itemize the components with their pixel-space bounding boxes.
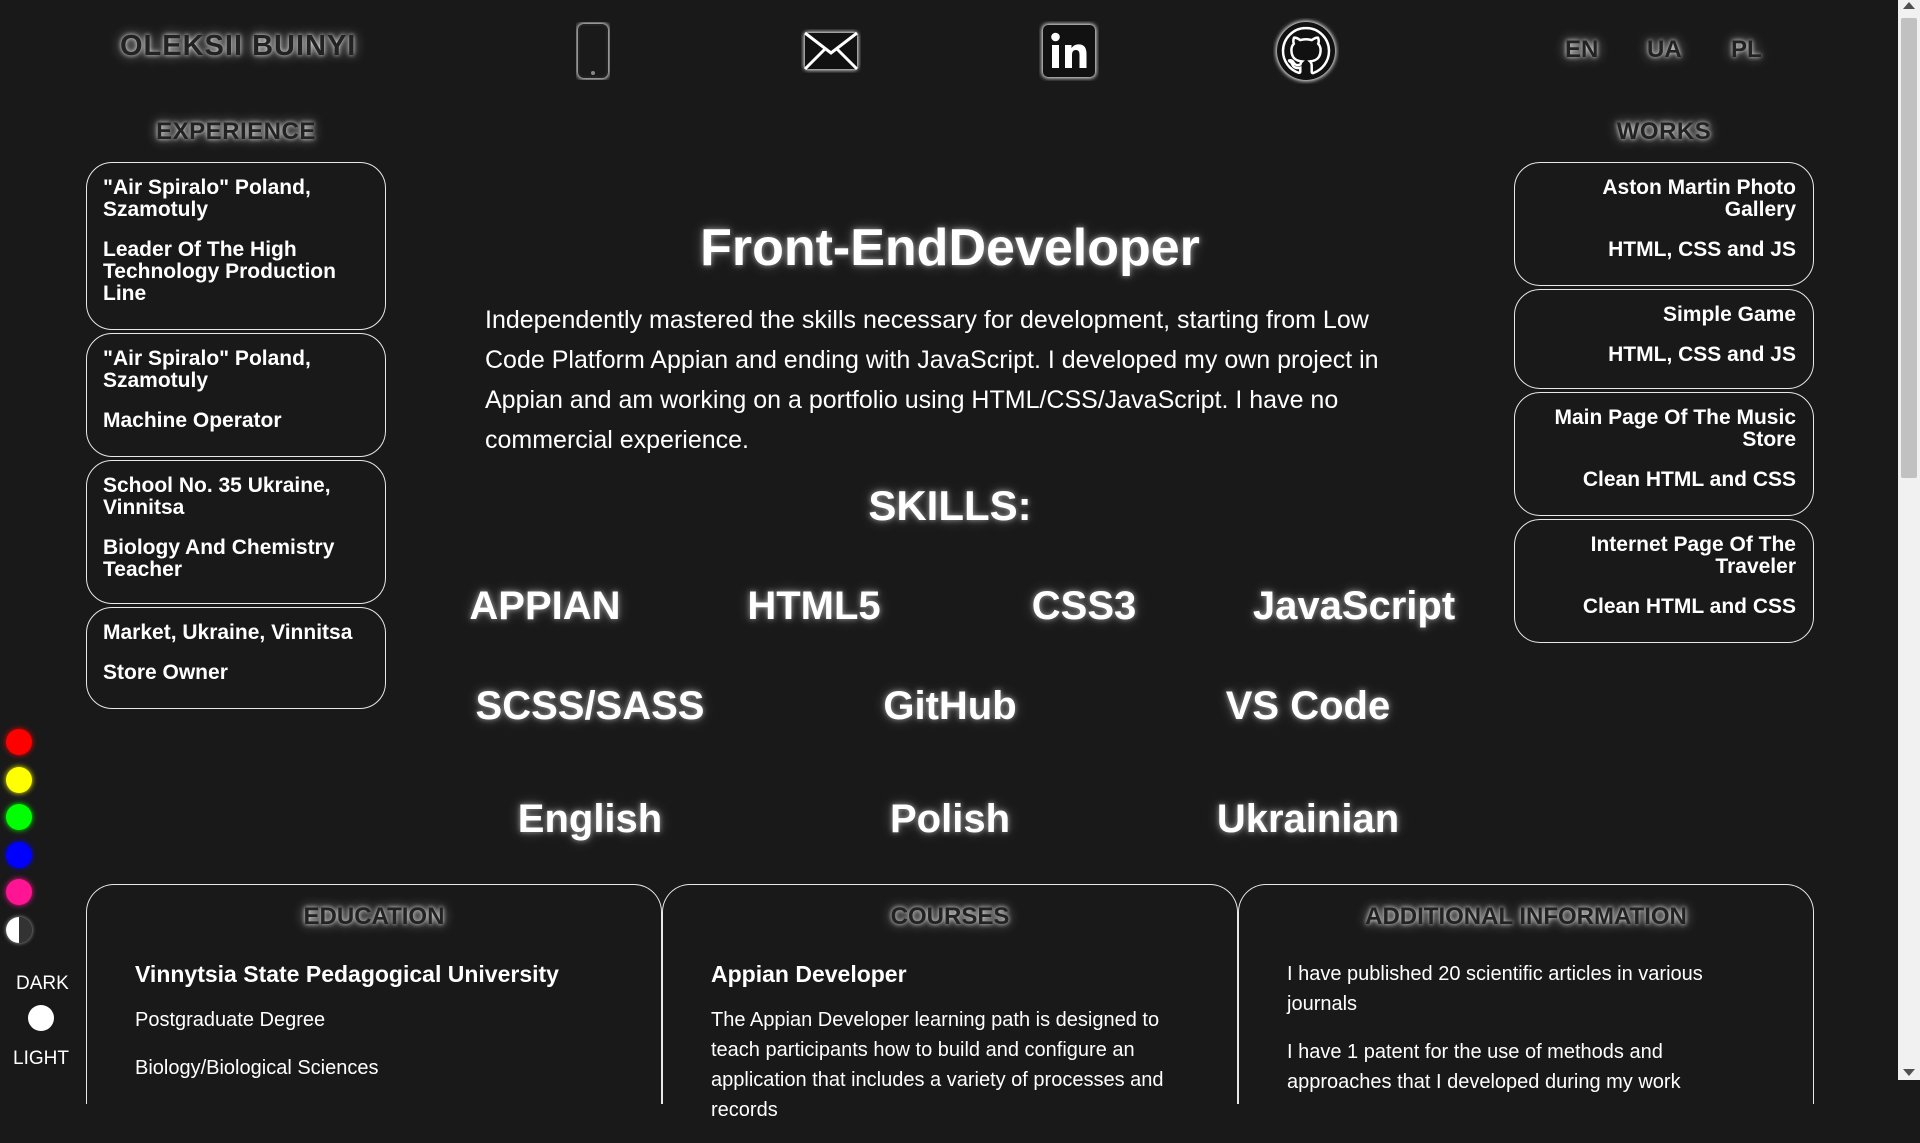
work-item-link[interactable]: Aston Martin Photo Gallery HTML, CSS and…	[1514, 162, 1814, 286]
experience-role: Store Owner	[103, 661, 228, 684]
additional-line-1: I have published 20 scientific articles …	[1287, 963, 1703, 1015]
work-tech: Clean HTML and CSS	[1582, 468, 1796, 491]
about-text: Independently mastered the skills necess…	[485, 306, 1379, 454]
github-icon	[1276, 21, 1336, 81]
work-item-link[interactable]: Main Page Of The Music Store Clean HTML …	[1514, 392, 1814, 516]
theme-green-swatch[interactable]	[6, 804, 32, 830]
dark-label: DARK	[16, 973, 69, 994]
work-tech: HTML, CSS and JS	[1608, 343, 1796, 366]
theme-toggle[interactable]	[28, 1005, 54, 1031]
work-title: Simple Game	[1662, 303, 1796, 326]
mail-icon	[803, 31, 859, 71]
phone-link[interactable]	[558, 16, 628, 86]
scroll-up-icon[interactable]	[1903, 2, 1915, 9]
theme-contrast-icon[interactable]	[6, 917, 32, 943]
work-item-link[interactable]: Internet Page Of The Traveler Clean HTML…	[1514, 519, 1814, 643]
work-title: Aston Martin Photo Gallery	[1602, 176, 1796, 221]
experience-item: "Air Spiralo" Poland, Szamotuly Leader O…	[86, 162, 386, 330]
additional-section: ADDITIONAL INFORMATION I have published …	[1238, 884, 1814, 1104]
experience-item: Market, Ukraine, Vinnitsa Store Owner	[86, 607, 386, 709]
lang-pl[interactable]: PL	[1731, 36, 1762, 64]
experience-place: School No. 35 Ukraine, Vinnitsa	[103, 474, 331, 519]
work-tech: HTML, CSS and JS	[1608, 238, 1796, 261]
additional-content: I have published 20 scientific articles …	[1287, 959, 1765, 1115]
works-heading: WORKS	[1616, 118, 1712, 145]
theme-red-swatch[interactable]	[6, 729, 32, 755]
email-link[interactable]	[796, 16, 866, 86]
education-heading: EDUCATION	[303, 903, 445, 930]
skill-scss: SCSS/SASS	[475, 684, 705, 728]
courses-content: Appian Developer The Appian Developer le…	[711, 959, 1189, 1143]
lang-en[interactable]: EN	[1565, 36, 1598, 64]
courses-section: COURSES Appian Developer The Appian Deve…	[662, 884, 1238, 1121]
experience-place: Market, Ukraine, Vinnitsa	[103, 621, 353, 644]
phone-icon	[577, 23, 609, 79]
courses-heading: COURSES	[890, 903, 1010, 930]
additional-heading: ADDITIONAL INFORMATION	[1365, 903, 1687, 930]
page-title: Front-EndDeveloper	[700, 219, 1200, 277]
github-link[interactable]	[1271, 16, 1341, 86]
theme-pink-swatch[interactable]	[6, 879, 32, 905]
lang-ua[interactable]: UA	[1647, 36, 1682, 64]
experience-place: "Air Spiralo" Poland, Szamotuly	[103, 347, 311, 392]
skill-javascript: JavaScript	[1252, 584, 1456, 628]
header: OLEKSII BUINYI EN UA PL	[0, 0, 1898, 100]
skill-github: GitHub	[883, 684, 1017, 728]
experience-role: Biology And Chemistry Teacher	[103, 536, 335, 581]
skills-heading: SKILLS:	[868, 482, 1032, 529]
language-english: English	[517, 797, 663, 841]
skill-css3: CSS3	[1031, 584, 1137, 628]
experience-item: School No. 35 Ukraine, Vinnitsa Biology …	[86, 460, 386, 604]
education-field: Biology/Biological Sciences	[135, 1057, 379, 1079]
education-school: Vinnytsia State Pedagogical University	[135, 961, 559, 987]
work-title: Internet Page Of The Traveler	[1590, 533, 1796, 578]
skill-html5: HTML5	[747, 584, 881, 628]
experience-role: Leader Of The High Technology Production…	[103, 238, 336, 305]
work-tech: Clean HTML and CSS	[1582, 595, 1796, 618]
language-polish: Polish	[889, 797, 1011, 841]
scrollbar[interactable]	[1898, 0, 1920, 1080]
scroll-down-icon[interactable]	[1903, 1069, 1915, 1076]
skill-vscode: VS Code	[1225, 684, 1391, 728]
linkedin-link[interactable]	[1034, 16, 1104, 86]
work-item-link[interactable]: Simple Game HTML, CSS and JS	[1514, 289, 1814, 389]
light-label: LIGHT	[13, 1048, 69, 1069]
skill-appian: APPIAN	[469, 584, 621, 628]
language-ukrainian: Ukrainian	[1216, 797, 1400, 841]
linkedin-icon	[1042, 24, 1096, 78]
scroll-thumb[interactable]	[1901, 18, 1917, 478]
theme-blue-swatch[interactable]	[6, 842, 32, 868]
experience-list: "Air Spiralo" Poland, Szamotuly Leader O…	[86, 162, 386, 712]
additional-line-2: I have 1 patent for the use of methods a…	[1287, 1041, 1681, 1093]
education-degree: Postgraduate Degree	[135, 1009, 326, 1031]
experience-item: "Air Spiralo" Poland, Szamotuly Machine …	[86, 333, 386, 457]
course-name: Appian Developer	[711, 961, 907, 987]
education-section: EDUCATION Vinnytsia State Pedagogical Un…	[86, 884, 662, 1104]
experience-heading: EXPERIENCE	[156, 118, 316, 145]
theme-yellow-swatch[interactable]	[6, 767, 32, 793]
course-description: The Appian Developer learning path is de…	[711, 1009, 1164, 1121]
owner-name: OLEKSII BUINYI	[120, 30, 357, 62]
experience-role: Machine Operator	[103, 409, 282, 432]
experience-place: "Air Spiralo" Poland, Szamotuly	[103, 176, 311, 221]
works-list: Aston Martin Photo Gallery HTML, CSS and…	[1514, 162, 1814, 646]
work-title: Main Page Of The Music Store	[1554, 406, 1796, 451]
